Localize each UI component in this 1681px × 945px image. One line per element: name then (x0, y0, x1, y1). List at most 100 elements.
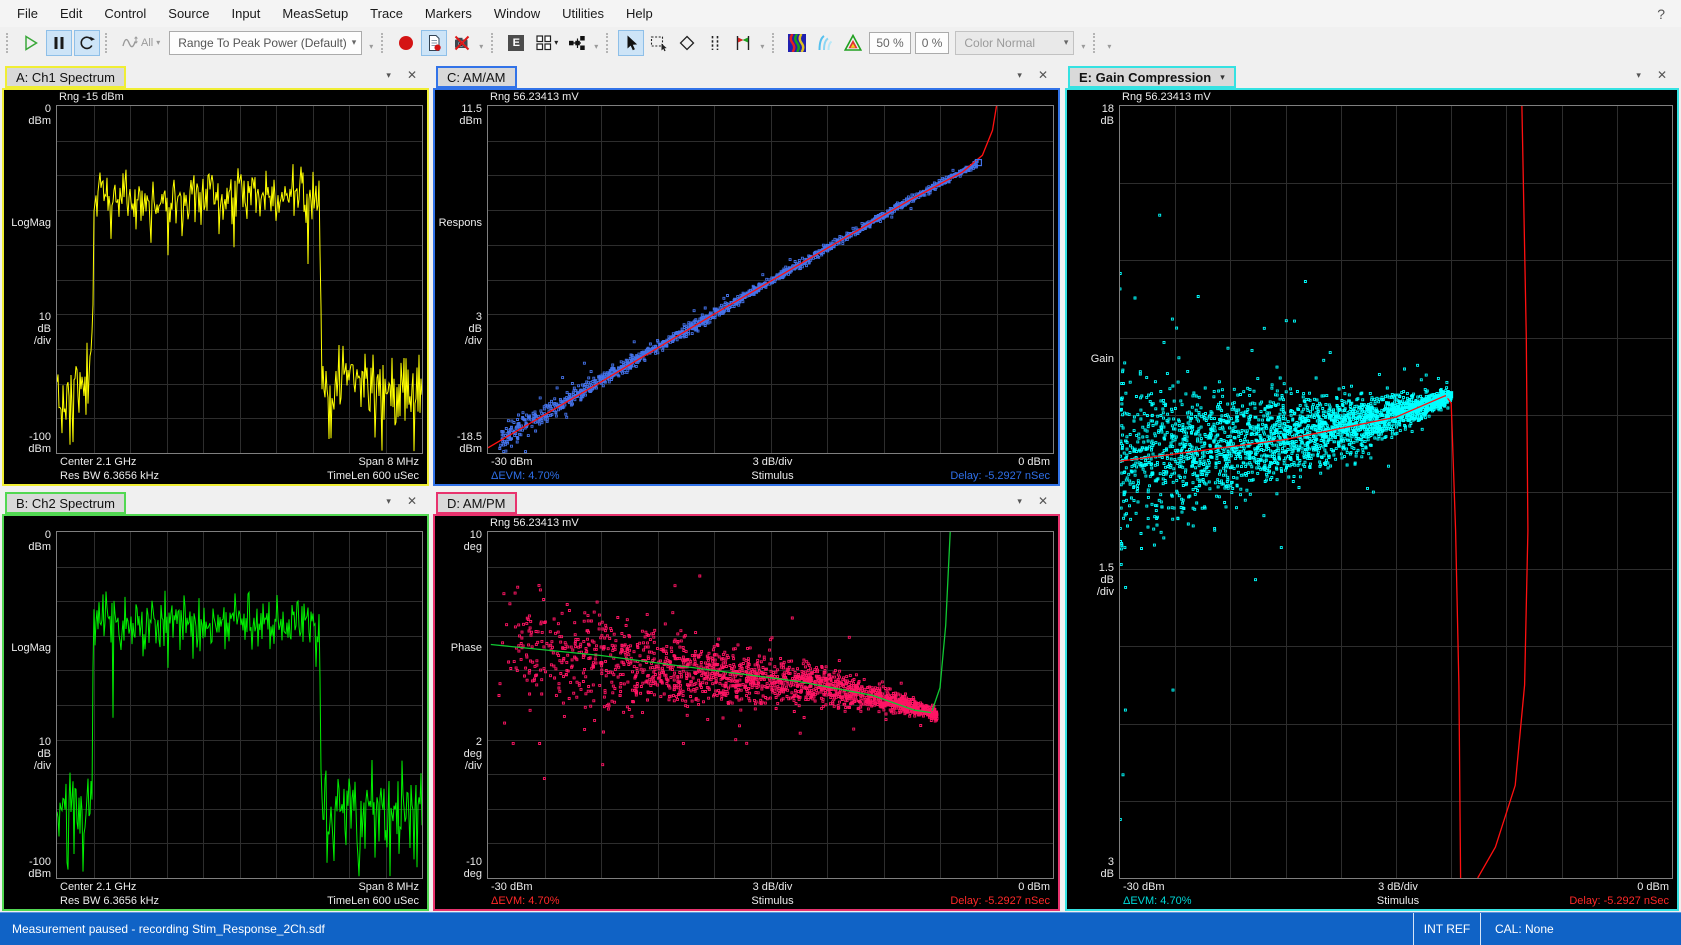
transparency-field[interactable]: 50 % (869, 32, 910, 54)
panel-b-collapse-icon[interactable]: ▾ (386, 496, 391, 507)
plot-area-am-pm[interactable] (487, 531, 1054, 879)
y-axis-format-label: LogMag (11, 642, 51, 654)
panel-a-header: A: Ch1 Spectrum ▾ ✕ (2, 62, 429, 88)
color-map-button[interactable] (840, 30, 866, 56)
panel-ch2-spectrum: B: Ch2 Spectrum ▾ ✕ 0dBm LogMag 10dB/div… (2, 488, 429, 911)
menu-utilities[interactable]: Utilities (551, 0, 615, 27)
panel-e-range-label: Rng 56.23413 mV (1067, 90, 1677, 105)
panel-c-y-axis: 11.5dBm Respons 3dB/div -18.5dBm (435, 105, 487, 454)
play-button[interactable] (18, 30, 44, 56)
plot-area-gain-compression[interactable] (1119, 105, 1673, 879)
toolbar-overflow-icon[interactable]: ▾ (479, 42, 483, 51)
menu-edit[interactable]: Edit (49, 0, 93, 27)
autoscale-button[interactable]: All ▾ (117, 30, 164, 56)
panel-d-collapse-icon[interactable]: ▾ (1017, 496, 1022, 507)
y-axis-top-label: 18dB (1101, 103, 1114, 127)
panel-c-title: C: AM/AM (447, 70, 506, 85)
block-diagram-button[interactable] (564, 30, 590, 56)
range-preset-value: Range To Peak Power (Default) (178, 36, 347, 50)
menu-meassetup[interactable]: MeasSetup (271, 0, 359, 27)
toolbar-overflow-icon[interactable]: ▾ (760, 42, 764, 51)
toolbar-overflow-icon[interactable]: ▾ (594, 42, 598, 51)
menu-trace[interactable]: Trace (359, 0, 414, 27)
help-icon[interactable]: ? (1657, 6, 1665, 22)
panel-d-close-icon[interactable]: ✕ (1038, 494, 1048, 508)
camera-x-icon (453, 34, 471, 52)
toolbar-grip[interactable] (606, 33, 612, 53)
band-marker-button[interactable] (730, 30, 756, 56)
x-stop-label: 0 dBm (1018, 880, 1050, 894)
toolbar-grip[interactable] (491, 33, 497, 53)
panel-a-range-label: Rng -15 dBm (4, 90, 427, 105)
panel-c-tab[interactable]: C: AM/AM (436, 66, 517, 88)
recording-document-icon (425, 34, 443, 52)
pointer-tool-button[interactable] (618, 30, 644, 56)
panel-a-close-icon[interactable]: ✕ (407, 68, 417, 82)
range-preset-dropdown[interactable]: Range To Peak Power (Default) ▾ (169, 31, 362, 55)
cancel-recording-button[interactable] (449, 30, 475, 56)
cumulative-history-button[interactable] (812, 30, 838, 56)
spectrogram-button[interactable] (784, 30, 810, 56)
cursor-icon (622, 34, 640, 52)
band-lines-button[interactable] (702, 30, 728, 56)
panel-d-tab[interactable]: D: AM/PM (436, 492, 517, 514)
y-axis-format-label: Respons (439, 217, 482, 229)
panel-a-body: Rng -15 dBm 0dBm LogMag 10dB/div -100dBm… (2, 88, 429, 486)
panel-e-tab[interactable]: E: Gain Compression▾ (1068, 66, 1236, 88)
toolbar-grip[interactable] (105, 33, 111, 53)
panel-e-body: Rng 56.23413 mV 18dB Gain 1.5dB/div 3dB … (1065, 88, 1679, 911)
toolbar: All ▾ Range To Peak Power (Default) ▾ ▾ … (0, 27, 1681, 58)
panel-am-pm: D: AM/PM ▾ ✕ Rng 56.23413 mV 10deg Phase… (433, 488, 1060, 911)
x-axis-name-label: Stimulus (751, 469, 793, 483)
trace-canvas-e (1120, 106, 1672, 878)
rotation-field[interactable]: 0 % (915, 32, 950, 54)
panel-d-title: D: AM/PM (447, 496, 506, 511)
menu-help[interactable]: Help (615, 0, 664, 27)
menu-control[interactable]: Control (93, 0, 157, 27)
panel-d-body: Rng 56.23413 mV 10deg Phase 2deg/div -10… (433, 514, 1060, 911)
error-summary-button[interactable]: E (503, 30, 529, 56)
menu-source[interactable]: Source (157, 0, 220, 27)
restart-button[interactable] (74, 30, 100, 56)
evm-readout: ΔEVM: 4.70% (491, 894, 560, 908)
panel-a-collapse-icon[interactable]: ▾ (386, 70, 391, 81)
panel-e-dropdown-icon[interactable]: ▾ (1220, 72, 1225, 83)
y-axis-bottom-label: -100dBm (28, 856, 51, 880)
toolbar-overflow-icon[interactable]: ▾ (369, 42, 373, 51)
toolbar-grip[interactable] (1093, 33, 1099, 53)
toolbar-overflow-icon[interactable]: ▾ (1081, 42, 1085, 51)
pause-button[interactable] (46, 30, 72, 56)
panel-a-tab[interactable]: A: Ch1 Spectrum (5, 66, 126, 88)
panel-e-close-icon[interactable]: ✕ (1657, 68, 1667, 82)
panel-b-tab[interactable]: B: Ch2 Spectrum (5, 492, 126, 514)
menu-items: FileEditControlSourceInputMeasSetupTrace… (6, 0, 664, 27)
panel-b-close-icon[interactable]: ✕ (407, 494, 417, 508)
toolbar-grip[interactable] (772, 33, 778, 53)
plot-area-ch2-spectrum[interactable] (56, 531, 423, 879)
layout-grid-button[interactable]: ▾ (531, 30, 562, 56)
record-button[interactable] (393, 30, 419, 56)
color-mode-dropdown[interactable]: Color Normal ▾ (955, 31, 1074, 55)
menu-markers[interactable]: Markers (414, 0, 483, 27)
x-start-label: -30 dBm (491, 880, 533, 894)
toolbar-overflow-icon[interactable]: ▾ (1107, 42, 1111, 51)
y-axis-scale-label: 3dB/div (465, 311, 482, 347)
panel-b-header: B: Ch2 Spectrum ▾ ✕ (2, 488, 429, 514)
menu-bar: FileEditControlSourceInputMeasSetupTrace… (0, 0, 1681, 27)
plot-area-am-am[interactable] (487, 105, 1054, 454)
toolbar-grip[interactable] (381, 33, 387, 53)
menu-window[interactable]: Window (483, 0, 551, 27)
zoom-select-button[interactable] (646, 30, 672, 56)
re​ference-status: INT REF (1413, 913, 1480, 945)
toolbar-grip[interactable] (6, 33, 12, 53)
recording-playback-button[interactable] (421, 30, 447, 56)
panel-e-collapse-icon[interactable]: ▾ (1636, 70, 1641, 81)
panel-c-header: C: AM/AM ▾ ✕ (433, 62, 1060, 88)
menu-file[interactable]: File (6, 0, 49, 27)
autoscale-dropdown-icon: ▾ (156, 38, 160, 47)
plot-area-ch1-spectrum[interactable] (56, 105, 423, 454)
panel-c-close-icon[interactable]: ✕ (1038, 68, 1048, 82)
panel-c-collapse-icon[interactable]: ▾ (1017, 70, 1022, 81)
marker-diamond-button[interactable] (674, 30, 700, 56)
menu-input[interactable]: Input (220, 0, 271, 27)
